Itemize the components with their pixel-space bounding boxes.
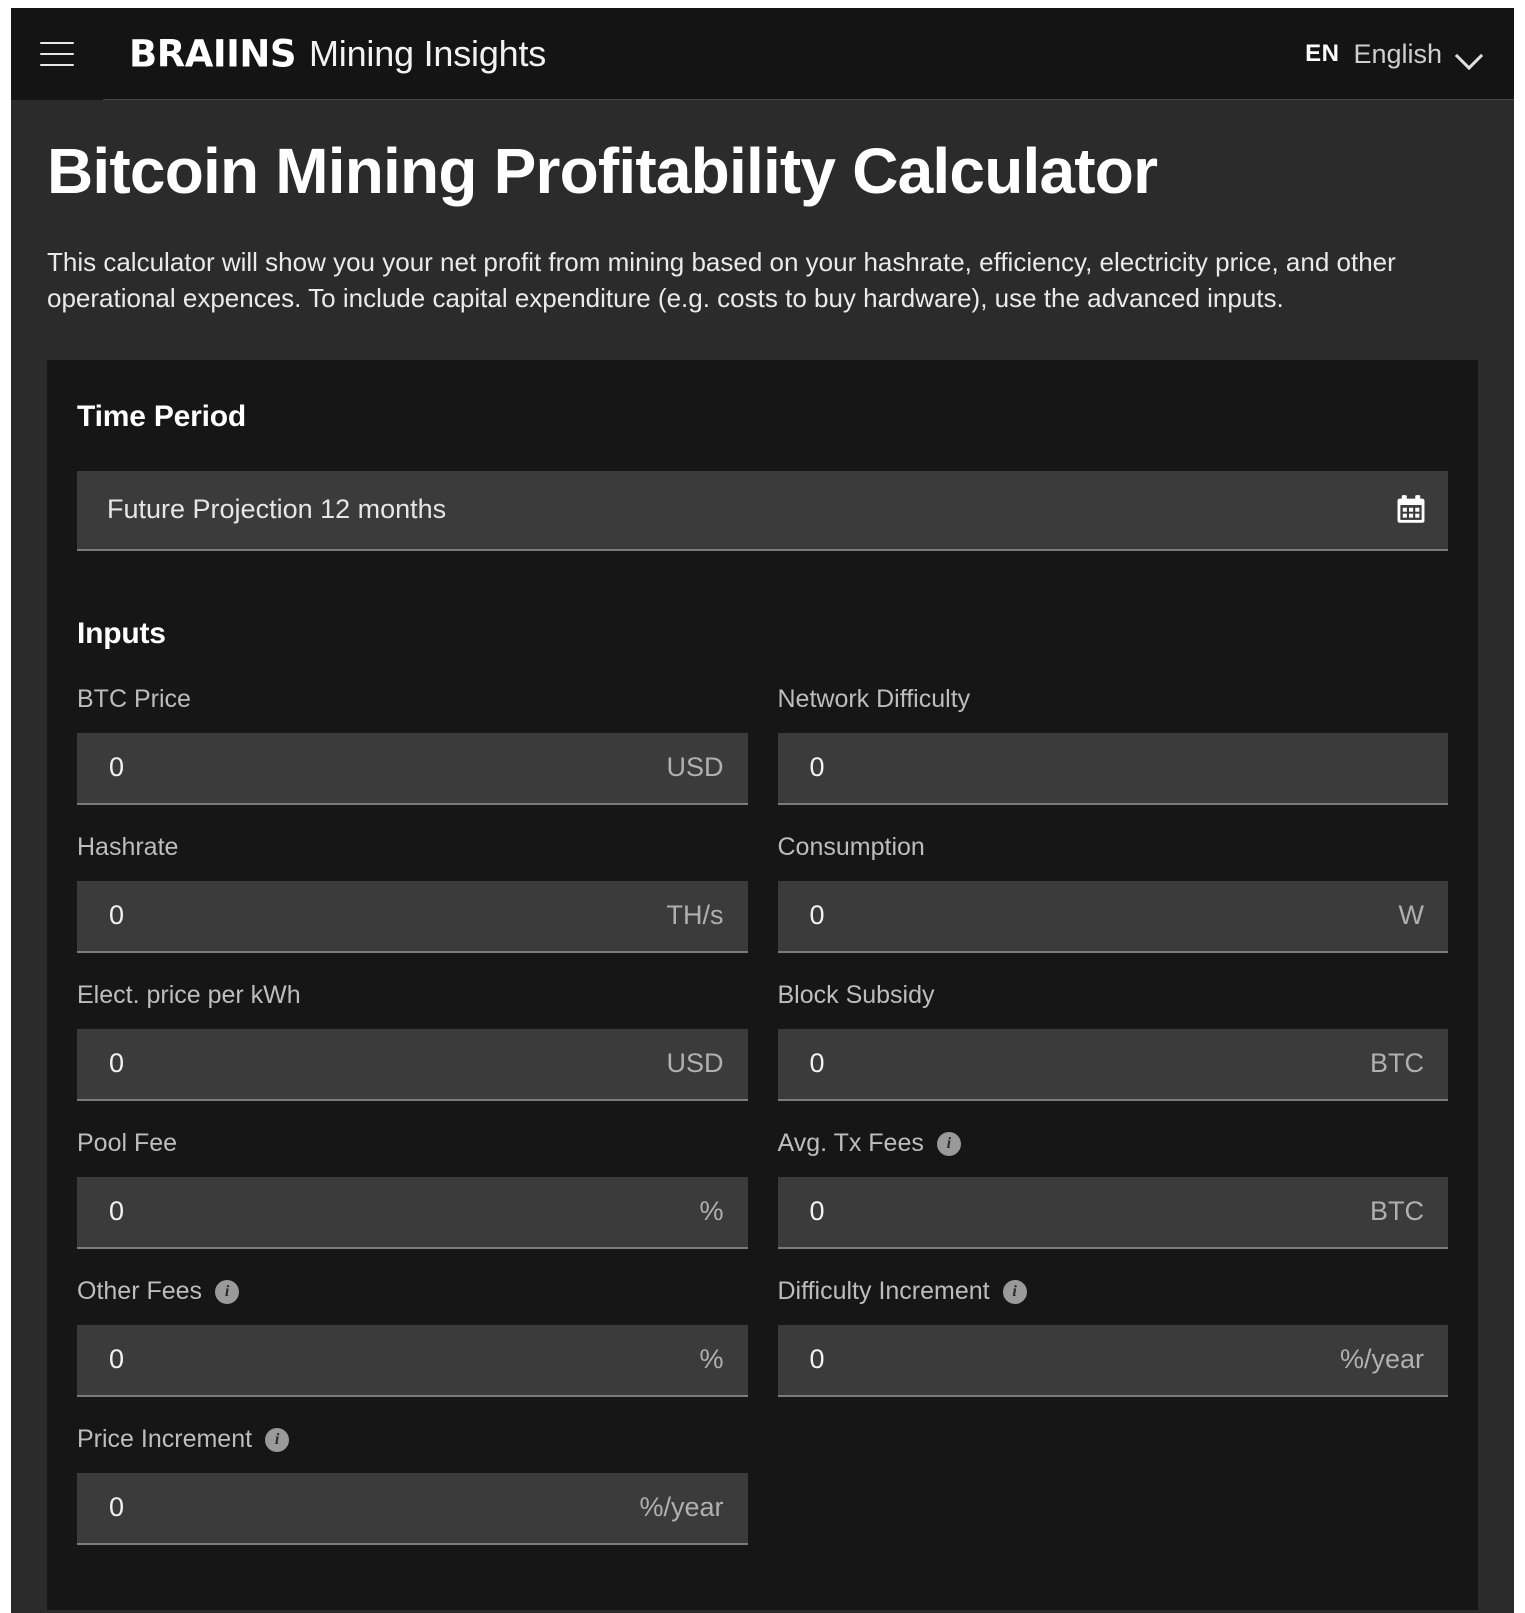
input-unit: W: [1398, 900, 1424, 931]
input-unit: %/year: [639, 1492, 724, 1523]
brand-mark-text: BRAIINS: [129, 31, 296, 76]
time-period-select[interactable]: Future Projection 12 months: [77, 470, 1448, 551]
input-unit: USD: [666, 1048, 724, 1079]
label-btc-price: BTC Price: [77, 685, 748, 715]
input-unit: BTC: [1370, 1196, 1424, 1227]
label-text: Network Difficulty: [777, 685, 971, 714]
field-btc-price: BTC Price 0 USD: [77, 685, 748, 805]
input-unit: USD: [666, 752, 724, 783]
label-text: Hashrate: [77, 833, 179, 862]
calculator-card: Time Period Future Projection 12 months: [47, 359, 1478, 1610]
input-value: 0: [809, 1344, 825, 1375]
label-elect-price-per-kwh: Elect. price per kWh: [77, 981, 748, 1011]
info-icon[interactable]: i: [215, 1279, 240, 1304]
input-unit: %/year: [1339, 1344, 1424, 1375]
label-text: Price Increment: [77, 1425, 253, 1454]
language-selector[interactable]: EN English: [1305, 8, 1484, 100]
label-pool-fee: Pool Fee: [77, 1129, 748, 1159]
label-text: Pool Fee: [77, 1129, 178, 1158]
label-network-difficulty: Network Difficulty: [778, 685, 1449, 715]
brand-logo[interactable]: BRAIINS Mining Insights: [129, 8, 546, 100]
input-consumption[interactable]: 0W: [777, 880, 1448, 953]
label-text: Elect. price per kWh: [77, 981, 301, 1010]
info-icon[interactable]: i: [265, 1427, 290, 1452]
field-price-increment: Price Increment i 0 %/year: [77, 1425, 748, 1545]
input-value: 0: [109, 900, 125, 931]
field-consumption: Consumption 0 W: [777, 833, 1449, 953]
input-elect-price-per-kwh[interactable]: 0 USD: [77, 1028, 748, 1101]
field-avg-tx-fees: Avg. Tx Fees i 0 BTC: [777, 1129, 1449, 1249]
time-period-value: Future Projection 12 months: [107, 494, 447, 525]
input-unit: %: [699, 1344, 724, 1375]
input-avg-tx-fees[interactable]: 0 BTC: [777, 1176, 1448, 1249]
input-difficulty-increment[interactable]: 0 %/year: [777, 1324, 1448, 1397]
hamburger-menu-icon: [40, 41, 74, 66]
input-value: 0: [809, 1048, 825, 1079]
language-code-label: EN: [1305, 40, 1340, 67]
input-network-difficulty[interactable]: 0: [777, 732, 1448, 805]
input-btc-price[interactable]: 0 USD: [77, 732, 748, 805]
inputs-grid: BTC Price 0 USD Network Difficulty 0 Hashrate…: [77, 685, 1448, 1573]
field-other-fees: Other Fees i 0%: [77, 1277, 748, 1397]
field-elect-price-per-kwh: Elect. price per kWh 0 USD: [77, 981, 748, 1101]
input-value: 0: [809, 900, 825, 931]
page-description: This calculator will show you your net p…: [47, 247, 1396, 314]
input-pool-fee[interactable]: 0%: [77, 1176, 748, 1249]
field-network-difficulty: Network Difficulty 0: [777, 685, 1449, 805]
hamburger-menu-button[interactable]: [11, 8, 103, 100]
app-window: BRAIINS Mining Insights EN English Bitco…: [0, 0, 1525, 1613]
calendar-icon[interactable]: [1394, 493, 1428, 527]
language-name-label: English: [1353, 38, 1442, 69]
top-header-bar: BRAIINS Mining Insights EN English: [11, 8, 1514, 100]
chevron-down-icon: [1456, 46, 1484, 62]
label-price-increment: Price Increment i: [77, 1425, 748, 1455]
input-unit: TH/s: [666, 900, 724, 931]
input-block-subsidy[interactable]: 0 BTC: [777, 1028, 1448, 1101]
input-value: 0: [109, 1048, 125, 1079]
time-period-section-title: Time Period: [77, 399, 246, 433]
inputs-section-title: Inputs: [77, 616, 166, 650]
input-other-fees[interactable]: 0%: [77, 1324, 748, 1397]
info-icon[interactable]: i: [1002, 1279, 1027, 1304]
input-unit: %: [699, 1196, 724, 1227]
label-other-fees: Other Fees i: [77, 1277, 748, 1307]
label-text: Other Fees: [77, 1277, 203, 1306]
brand-subtitle-text: Mining Insights: [308, 32, 547, 74]
input-unit: BTC: [1370, 1048, 1424, 1079]
input-value: 0: [109, 752, 125, 783]
label-avg-tx-fees: Avg. Tx Fees i: [778, 1129, 1449, 1159]
input-value: 0: [809, 1196, 825, 1227]
field-difficulty-increment: Difficulty Increment i 0 %/year: [777, 1277, 1449, 1397]
info-icon[interactable]: i: [936, 1131, 961, 1156]
input-price-increment[interactable]: 0 %/year: [77, 1472, 748, 1545]
field-hashrate: Hashrate 0 TH/s: [77, 833, 748, 953]
label-text: Difficulty Increment: [777, 1277, 990, 1306]
input-hashrate[interactable]: 0 TH/s: [77, 880, 748, 953]
field-pool-fee: Pool Fee 0%: [77, 1129, 748, 1249]
page-content: Bitcoin Mining Profitability Calculator …: [11, 135, 1514, 1610]
input-value: 0: [809, 752, 825, 783]
label-text: BTC Price: [77, 685, 191, 714]
input-value: 0: [109, 1344, 125, 1375]
label-text: Avg. Tx Fees: [777, 1129, 924, 1158]
label-hashrate: Hashrate: [77, 833, 748, 863]
field-block-subsidy: Block Subsidy 0 BTC: [777, 981, 1449, 1101]
label-difficulty-increment: Difficulty Increment i: [778, 1277, 1449, 1307]
label-consumption: Consumption: [778, 833, 1449, 863]
label-text: Block Subsidy: [777, 981, 935, 1010]
input-value: 0: [109, 1492, 125, 1523]
label-block-subsidy: Block Subsidy: [778, 981, 1449, 1011]
label-text: Consumption: [777, 833, 925, 862]
input-value: 0: [109, 1196, 125, 1227]
page-title: Bitcoin Mining Profitability Calculator: [47, 135, 1158, 207]
